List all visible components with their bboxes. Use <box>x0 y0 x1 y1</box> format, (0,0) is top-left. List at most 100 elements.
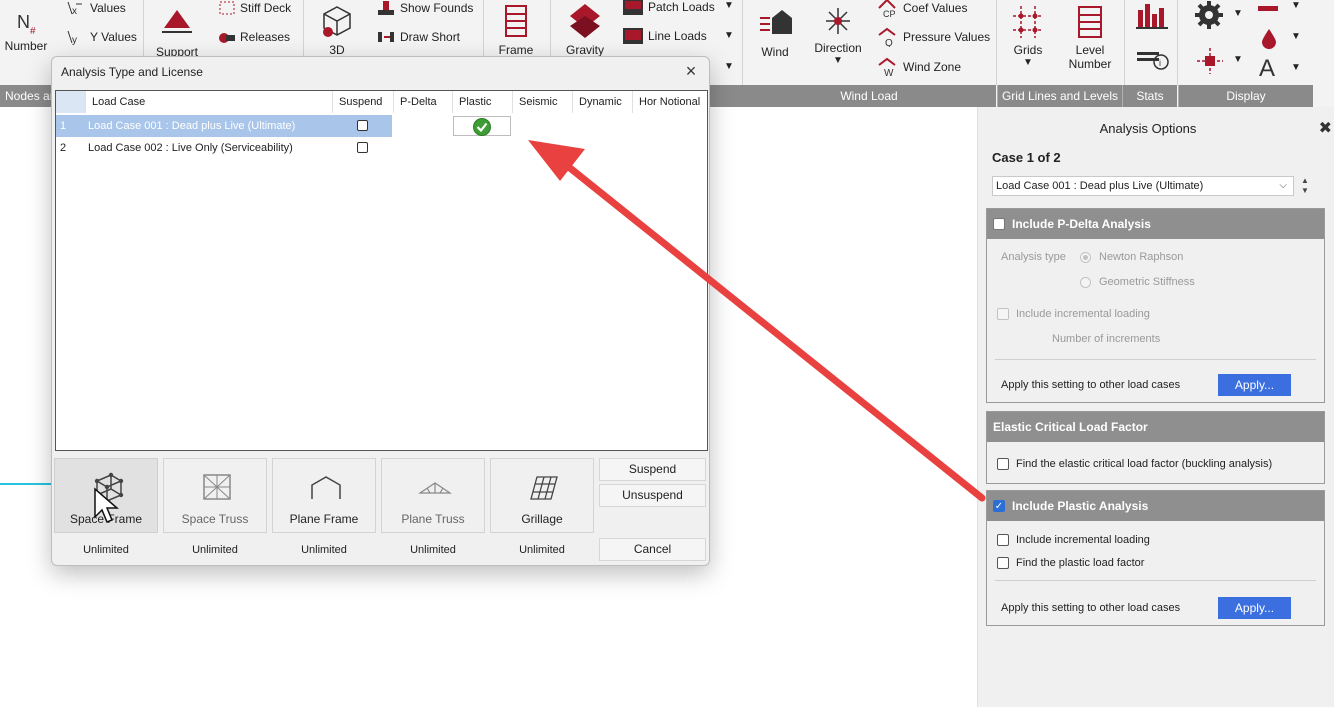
svg-text:CP: CP <box>883 9 896 18</box>
plane-truss-label: Plane Truss <box>401 512 465 526</box>
elastic-header: Elastic Critical Load Factor <box>987 412 1324 442</box>
info-icon: i <box>1137 52 1169 70</box>
plastic-load-factor-checkbox[interactable] <box>997 557 1009 569</box>
plane-frame-button[interactable]: Plane Frame <box>272 458 376 533</box>
show-founds-icon <box>378 1 394 15</box>
show-founds-button[interactable]: Show Founds <box>376 0 473 16</box>
plastic-checkbox[interactable]: ✓ <box>993 500 1005 512</box>
newton-raphson-radio[interactable] <box>1080 252 1091 263</box>
fill-color-button[interactable] <box>1259 27 1279 52</box>
row-load-case: Load Case 002 : Live Only (Serviceabilit… <box>88 142 293 154</box>
patch-loads-dropdown-icon[interactable]: ▼ <box>724 0 734 11</box>
table-row[interactable]: 1 Load Case 001 : Dead plus Live (Ultima… <box>56 115 707 137</box>
space-truss-icon <box>203 474 231 500</box>
case-spinner[interactable]: ▲ ▼ <box>1301 176 1309 196</box>
cancel-button[interactable]: Cancel <box>599 538 706 561</box>
releases-button[interactable]: Releases <box>216 29 290 45</box>
plastic-incremental-checkbox[interactable] <box>997 534 1009 546</box>
pdelta-incremental-checkbox[interactable] <box>997 308 1009 320</box>
plastic-header[interactable]: ✓ Include Plastic Analysis <box>987 491 1324 521</box>
line-loads-button[interactable]: Line Loads <box>622 27 707 45</box>
coef-values-button[interactable]: CP Coef Values <box>877 0 967 18</box>
fill-color-dropdown-icon[interactable]: ▼ <box>1291 31 1301 42</box>
wind-zone-button[interactable]: W Wind Zone <box>877 57 961 77</box>
font-dropdown-icon[interactable]: ▼ <box>1291 62 1301 73</box>
plastic-cell[interactable] <box>453 116 511 136</box>
snap-button[interactable] <box>1193 46 1227 79</box>
stiff-deck-button[interactable]: Stiff Deck <box>218 0 291 16</box>
close-icon[interactable]: × <box>681 61 701 81</box>
snap-dropdown-icon[interactable]: ▼ <box>1233 54 1243 65</box>
plastic-apply-button[interactable]: Apply... <box>1218 597 1291 619</box>
font-button[interactable]: A <box>1257 55 1281 82</box>
suspend-checkbox[interactable] <box>357 120 368 131</box>
number-button[interactable]: N # Number <box>2 8 50 53</box>
wind-label: Wind <box>761 45 789 59</box>
ribbon-separator <box>1124 0 1125 85</box>
line-color-button[interactable] <box>1256 0 1280 21</box>
elastic-critical-label: Find the elastic critical load factor (b… <box>1016 458 1273 470</box>
load-case-select[interactable]: Load Case 001 : Dead plus Live (Ultimate… <box>992 176 1294 196</box>
pdelta-header[interactable]: Include P-Delta Analysis <box>987 209 1324 239</box>
group-wind-load: Wind Load <box>742 85 996 107</box>
gravity-button[interactable]: Gravity <box>560 2 610 57</box>
pdelta-apply-button[interactable]: Apply... <box>1218 374 1291 396</box>
pressure-values-button[interactable]: Q Pressure Values <box>877 27 990 47</box>
wind-button[interactable]: Wind <box>755 6 795 59</box>
pdelta-checkbox[interactable] <box>993 218 1005 230</box>
support-button[interactable]: Support <box>152 6 202 59</box>
stats-chart-button[interactable] <box>1136 0 1170 33</box>
patch-loads-button[interactable]: Patch Loads <box>622 0 715 16</box>
space-truss-button[interactable]: Space Truss <box>163 458 267 533</box>
geometric-stiffness-label: Geometric Stiffness <box>1099 276 1195 288</box>
pressure-values-label: Pressure Values <box>903 30 991 44</box>
plastic-load-factor-label: Find the plastic load factor <box>1016 557 1145 569</box>
svg-text:y: y <box>72 35 77 45</box>
settings-button[interactable] <box>1193 0 1227 33</box>
space-truss-label: Space Truss <box>181 512 249 526</box>
drop-icon <box>1262 29 1276 49</box>
direction-button[interactable]: Direction ▼ <box>812 4 864 66</box>
plastic-section: ✓ Include Plastic Analysis Include incre… <box>986 490 1325 626</box>
gravity-label: Gravity <box>565 43 604 57</box>
line-color-dropdown-icon[interactable]: ▼ <box>1291 0 1301 11</box>
close-icon[interactable]: ✖ <box>1319 118 1332 138</box>
line-loads-dropdown-icon[interactable]: ▼ <box>724 30 734 41</box>
direction-dropdown-icon[interactable]: ▼ <box>812 55 864 66</box>
gear-icon <box>1195 1 1223 29</box>
patch-loads-label: Patch Loads <box>648 0 715 14</box>
releases-icon <box>219 33 235 43</box>
line-color-icon <box>1258 6 1278 11</box>
plane-truss-button[interactable]: Plane Truss <box>381 458 485 533</box>
settings-dropdown-icon[interactable]: ▼ <box>1233 8 1243 19</box>
unsuspend-button[interactable]: Unsuspend <box>599 484 706 507</box>
stats-info-button[interactable]: i <box>1136 48 1170 75</box>
analysis-type-dialog: Analysis Type and License × Load Case Su… <box>51 56 710 566</box>
svg-text:i: i <box>1159 58 1161 68</box>
3d-label: 3D <box>329 43 345 57</box>
geometric-stiffness-radio[interactable] <box>1080 277 1091 288</box>
plastic-header-label: Include Plastic Analysis <box>1012 499 1149 513</box>
3d-button[interactable]: 3D <box>318 4 356 57</box>
more-loads-dropdown-icon[interactable]: ▼ <box>724 61 734 72</box>
crosshair-icon <box>1197 48 1223 74</box>
draw-short-button[interactable]: Draw Short <box>376 29 460 45</box>
grids-button[interactable]: Grids ▼ <box>1006 4 1050 68</box>
suspend-button[interactable]: Suspend <box>599 458 706 481</box>
y-values-button[interactable]: y Y Values <box>66 29 137 45</box>
x-values-button[interactable]: x Values <box>66 0 126 16</box>
table-row[interactable]: 2 Load Case 002 : Live Only (Serviceabil… <box>56 137 707 159</box>
plane-frame-label: Plane Frame <box>289 512 359 526</box>
grids-dropdown-icon[interactable]: ▼ <box>1006 57 1050 68</box>
row-number: 1 <box>60 120 67 132</box>
chevron-down-icon: ⌵ <box>1279 180 1287 191</box>
check-circle-icon <box>473 118 491 136</box>
level-number-button[interactable]: Level Number <box>1062 4 1118 71</box>
elastic-critical-checkbox[interactable] <box>997 458 1009 470</box>
suspend-checkbox[interactable] <box>357 142 368 153</box>
column-header-hor-notional: Hor Notional <box>633 91 707 113</box>
frame-button[interactable]: Frame <box>494 4 538 57</box>
svg-text:#: # <box>30 26 36 36</box>
newton-raphson-label: Newton Raphson <box>1099 251 1184 263</box>
grillage-button[interactable]: Grillage <box>490 458 594 533</box>
